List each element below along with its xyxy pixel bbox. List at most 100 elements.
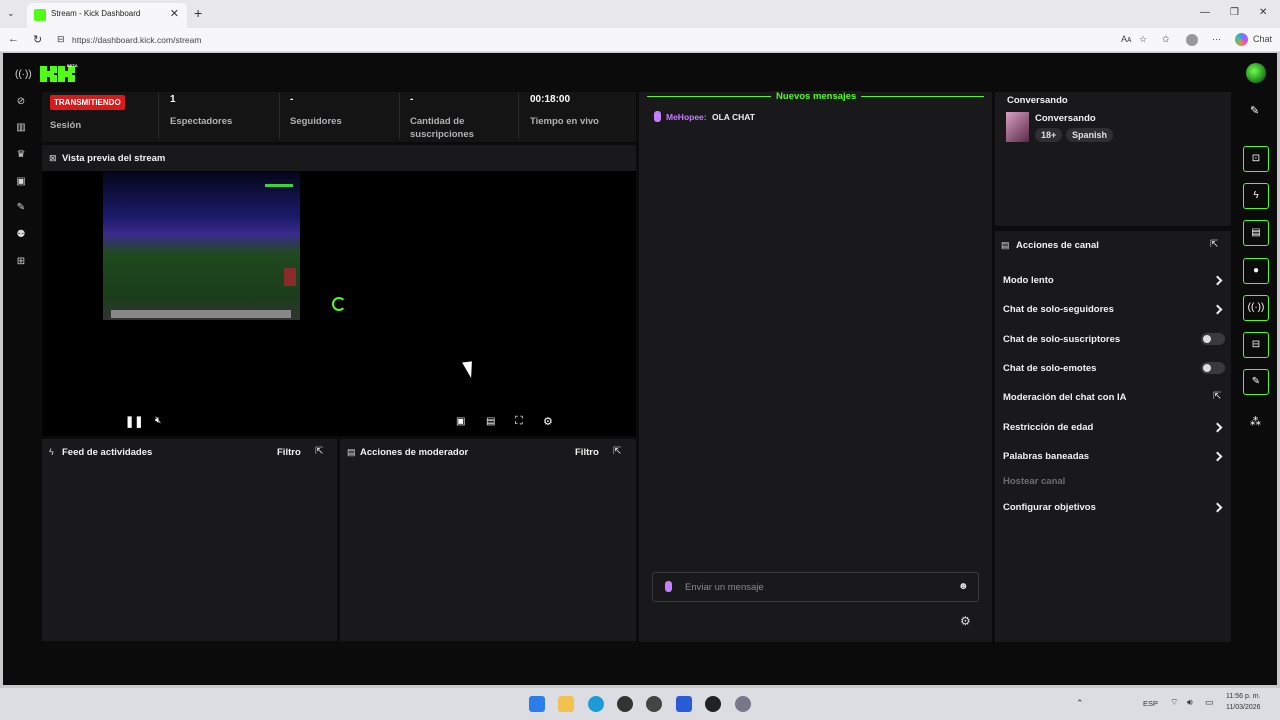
restore-icon[interactable]: ❐ <box>1230 7 1239 18</box>
more-icon[interactable]: ⋯ <box>1212 34 1221 45</box>
user-avatar[interactable] <box>1246 63 1266 83</box>
external-link-icon[interactable]: ⇱ <box>1213 391 1221 402</box>
clock-time[interactable]: 11:56 p. m. <box>1226 693 1261 700</box>
channel-actions-panel <box>995 231 1231 642</box>
start-icon[interactable] <box>529 696 545 712</box>
subscribers-only-toggle[interactable] <box>1201 333 1225 345</box>
mod-log-icon: ▤ <box>347 447 356 457</box>
new-tab-icon[interactable]: + <box>194 5 202 21</box>
tab-title: Stream - Kick Dashboard <box>51 9 141 18</box>
community-nav-icon[interactable]: ⚉ <box>15 229 27 241</box>
viewers-value: 1 <box>170 94 176 105</box>
ai-moderation-row[interactable]: Moderación del chat con IA <box>1003 392 1127 403</box>
close-window-icon[interactable]: ✕ <box>1259 7 1267 18</box>
trophy-nav-icon[interactable]: ♛ <box>15 149 27 161</box>
mute-icon[interactable]: 🔇︎ <box>155 415 161 426</box>
preview-icon: ⊠ <box>49 153 57 163</box>
activity-feed-panel <box>42 439 337 641</box>
configure-goals-row[interactable]: Configurar objetivos <box>1003 502 1096 513</box>
settings-nav-icon[interactable]: ⊞ <box>15 256 27 268</box>
activity-feed-title: Feed de actividades <box>62 447 153 458</box>
tab-list-chevron-icon[interactable]: ⌄ <box>7 8 15 19</box>
fullscreen-icon[interactable]: ⛶ <box>515 415 523 428</box>
theater-icon[interactable]: ▤ <box>486 416 495 427</box>
category-thumbnail[interactable] <box>1006 112 1029 142</box>
browser-tabstrip: ⌄ Stream - Kick Dashboard ✕ + — ❐ ✕ <box>0 0 1280 28</box>
session-label: Sesión <box>50 120 82 131</box>
pip-icon[interactable]: ▣ <box>456 416 465 427</box>
category-name[interactable]: Conversando <box>1035 113 1096 124</box>
slow-mode-row[interactable]: Modo lento <box>1003 275 1054 286</box>
profile-avatar[interactable] <box>1186 34 1198 46</box>
chat-settings-icon[interactable]: ⚙ <box>960 614 971 628</box>
chat-input-placeholder[interactable]: Enviar un mensaje <box>685 582 764 593</box>
read-aloud-icon[interactable]: Aᴀ <box>1121 34 1131 44</box>
settings-app-icon[interactable] <box>735 696 751 712</box>
video-nav-icon[interactable]: ▣ <box>15 176 27 188</box>
chat-username[interactable]: MeHopee: <box>666 112 707 122</box>
close-tab-icon[interactable]: ✕ <box>170 7 179 20</box>
settings-gear-icon[interactable]: ⚙ <box>543 415 553 428</box>
followers-only-row[interactable]: Chat de solo-seguidores <box>1003 304 1114 315</box>
channel-actions-title: Acciones de canal <box>1016 240 1099 251</box>
emotes-only-toggle[interactable] <box>1201 362 1225 374</box>
chat-bubble-icon[interactable]: ● <box>1243 258 1269 284</box>
back-icon[interactable]: ← <box>8 33 19 45</box>
obs-icon[interactable] <box>617 696 633 712</box>
age-restriction-row[interactable]: Restricción de edad <box>1003 422 1093 433</box>
address-bar: ← ↻ ⊟ https://dashboard.kick.com/stream … <box>0 28 1280 52</box>
popout-icon[interactable]: ⇱ <box>1210 239 1218 250</box>
emotes-only-row: Chat de solo-emotes <box>1003 363 1097 374</box>
windows-taskbar <box>0 688 1280 720</box>
activity-filter-button[interactable]: Filtro <box>277 447 301 458</box>
tools-icon[interactable]: ✎ <box>1243 369 1269 395</box>
edit-icon[interactable]: ✎ <box>1250 104 1259 117</box>
volume-icon[interactable]: 🔊︎ <box>1187 697 1193 708</box>
popout-icon[interactable]: ⇱ <box>315 446 323 457</box>
subs-label-line2: suscripciones <box>410 129 474 140</box>
refresh-icon[interactable]: ↻ <box>33 33 42 46</box>
banned-words-row[interactable]: Palabras baneadas <box>1003 451 1089 462</box>
quick-actions-icon[interactable]: ϟ <box>1243 183 1269 209</box>
link-nav-icon[interactable]: ⊘ <box>15 96 27 108</box>
favorite-icon[interactable]: ☆ <box>1139 34 1147 45</box>
file-explorer-icon[interactable] <box>558 696 574 712</box>
preview-title: Vista previa del stream <box>62 153 166 164</box>
tag-chip[interactable]: Spanish <box>1066 128 1114 142</box>
mod-filter-button[interactable]: Filtro <box>575 447 599 458</box>
kick-favicon-icon <box>34 9 46 21</box>
broadcast-icon[interactable]: ((·)) <box>1243 295 1269 321</box>
notes-icon[interactable]: ▤ <box>1243 220 1269 246</box>
chatgpt-icon[interactable] <box>646 696 662 712</box>
subscribers-only-row: Chat de solo-suscriptores <box>1003 334 1121 345</box>
popout-icon[interactable]: ⇱ <box>613 446 621 457</box>
mod-actions-title: Acciones de moderador <box>360 447 469 458</box>
tag-chip[interactable]: 18+ <box>1035 128 1063 142</box>
pause-icon[interactable]: ❚❚ <box>125 415 143 428</box>
wifi-icon[interactable]: ⌔ <box>1170 697 1178 708</box>
lightning-icon: ϟ <box>49 447 54 457</box>
app-icon[interactable] <box>705 696 721 712</box>
site-info-icon[interactable]: ⊟ <box>57 34 65 45</box>
favorites-list-icon[interactable]: ✩ <box>1162 34 1170 45</box>
edge-icon[interactable] <box>588 696 604 712</box>
copilot-icon[interactable] <box>1235 33 1248 46</box>
emote-icon[interactable]: ☻ <box>958 581 969 592</box>
screenshot-tool-icon[interactable]: ⊡ <box>1243 146 1269 172</box>
viewers-label: Espectadores <box>170 116 233 127</box>
tray-chevron-icon[interactable]: ⌃ <box>1076 698 1084 709</box>
layout-icon[interactable]: ⊟ <box>1243 332 1269 358</box>
new-messages-label[interactable]: Nuevos mensajes <box>771 91 862 102</box>
browser-tab[interactable]: Stream - Kick Dashboard ✕ <box>27 3 187 28</box>
battery-icon[interactable]: ▭ <box>1205 697 1214 708</box>
analytics-nav-icon[interactable]: ▥ <box>15 122 27 134</box>
tools-nav-icon[interactable]: ✎ <box>15 202 27 214</box>
language-indicator[interactable]: ESP <box>1143 699 1158 708</box>
minimize-icon[interactable]: — <box>1200 7 1210 18</box>
stream-nav-icon[interactable]: ((·)) <box>15 69 32 81</box>
clock-date[interactable]: 11/03/2026 <box>1226 704 1261 711</box>
roblox-icon[interactable] <box>676 696 692 712</box>
add-widget-icon[interactable]: ⁂ <box>1250 415 1261 428</box>
copilot-chat-label[interactable]: Chat <box>1253 34 1272 44</box>
url-field[interactable]: https://dashboard.kick.com/stream <box>72 35 201 45</box>
